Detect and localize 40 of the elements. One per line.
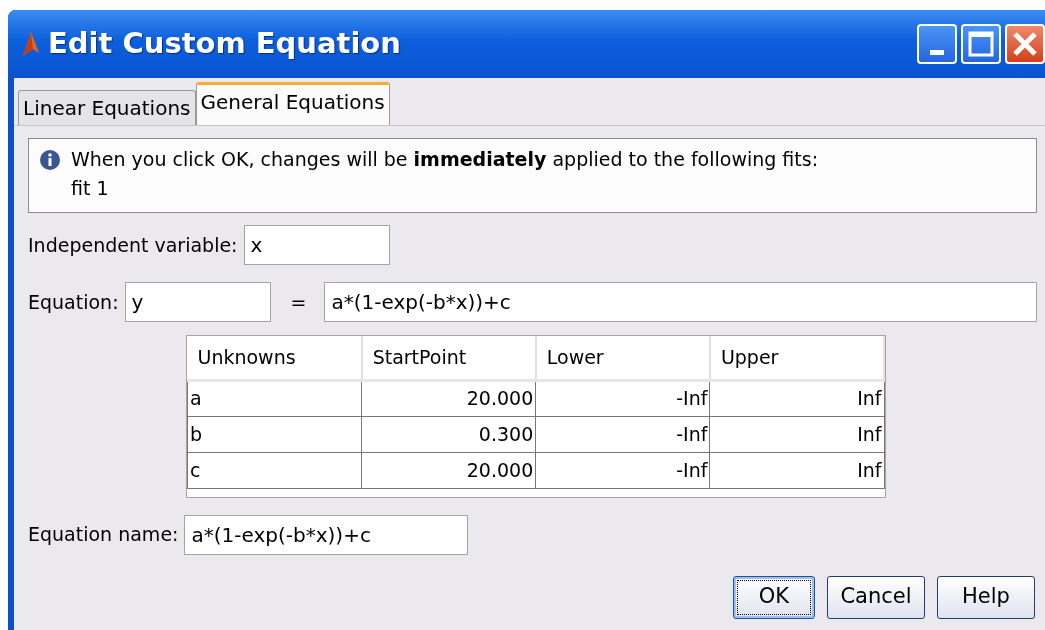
column-header: Lower <box>535 336 710 380</box>
field-label: Independent variable: <box>28 232 238 258</box>
input-field[interactable]: a*(1-exp(-b*x))+c <box>184 514 469 555</box>
window-title: Edit Custom Equation <box>48 25 401 63</box>
input-field[interactable]: a*(1-exp(-b*x))+c <box>324 282 1037 322</box>
table-cell[interactable]: -Inf <box>535 452 710 488</box>
field-label: Equation name: <box>28 522 179 548</box>
dialog-button[interactable]: Help <box>937 575 1035 619</box>
close-button[interactable] <box>1005 24 1045 64</box>
input-field[interactable]: y <box>124 282 271 322</box>
maximize-icon <box>968 31 994 57</box>
info-icon <box>39 149 61 171</box>
table-cell[interactable]: b <box>187 416 362 452</box>
table-cell[interactable]: 20.000 <box>361 452 536 488</box>
table-cell[interactable]: -Inf <box>535 380 710 416</box>
table-cell[interactable]: Inf <box>709 416 884 452</box>
maximize-button[interactable] <box>961 24 1001 64</box>
input-field[interactable]: x <box>243 225 390 265</box>
fit-name: fit 1 <box>71 175 110 201</box>
column-header: Upper <box>709 336 884 380</box>
tab[interactable]: Linear Equations <box>18 90 196 125</box>
close-icon <box>1011 30 1039 58</box>
table-cell[interactable]: 20.000 <box>361 380 536 416</box>
table-cell[interactable]: -Inf <box>535 416 710 452</box>
table-cell[interactable]: Inf <box>709 380 884 416</box>
app-icon <box>22 31 40 57</box>
table-cell[interactable]: Inf <box>709 452 884 488</box>
table-cell[interactable]: c <box>187 452 362 488</box>
tab[interactable]: General Equations <box>195 82 390 125</box>
table-cell[interactable]: a <box>187 380 362 416</box>
info-message: When you click OK, changes will be immediately applied to the following fits: <box>71 147 819 172</box>
field-label: Equation: <box>28 289 119 315</box>
minimize-icon <box>930 49 944 55</box>
dialog-button[interactable]: OK <box>733 575 815 619</box>
column-header: Unknowns <box>187 336 362 380</box>
equals-sign: = <box>290 289 307 315</box>
column-header: StartPoint <box>361 336 536 380</box>
dialog-button[interactable]: Cancel <box>827 575 925 619</box>
minimize-button[interactable] <box>917 24 957 64</box>
table-cell[interactable]: 0.300 <box>361 416 536 452</box>
